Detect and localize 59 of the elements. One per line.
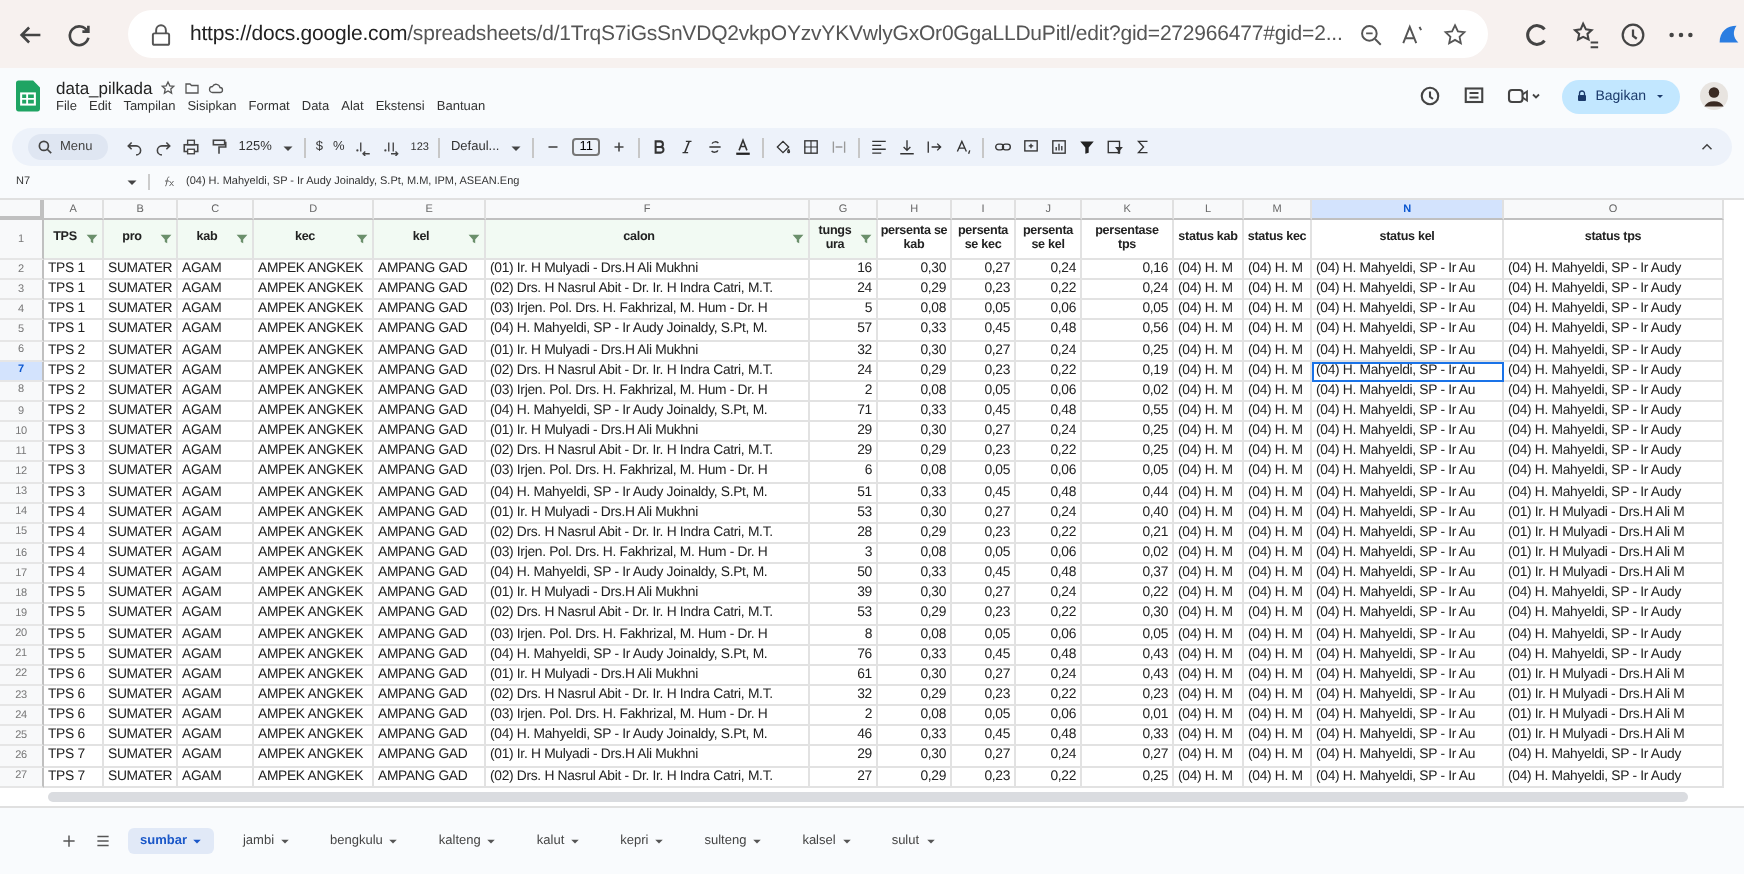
paint-format-icon[interactable]	[210, 138, 229, 156]
redo-icon[interactable]	[154, 138, 173, 156]
plus-icon[interactable]	[610, 138, 629, 156]
caret-icon	[654, 835, 665, 846]
caret-icon	[192, 835, 203, 846]
align-icon[interactable]	[870, 138, 889, 156]
increase-decimal-icon[interactable]	[382, 138, 401, 156]
document-title[interactable]: data_pilkada	[56, 78, 153, 98]
bold-icon[interactable]	[650, 138, 669, 156]
print-icon[interactable]	[182, 138, 201, 156]
page-info-icon[interactable]	[148, 21, 174, 47]
read-aloud-icon[interactable]	[1400, 21, 1427, 47]
caret-icon	[388, 835, 399, 846]
caret-icon	[280, 835, 291, 846]
sheets-logo-icon[interactable]	[16, 80, 40, 112]
video-call-icon[interactable]	[1505, 84, 1542, 108]
caret-icon[interactable]	[509, 141, 522, 153]
fill-color-icon[interactable]	[774, 138, 793, 156]
avatar-icon[interactable]	[1700, 82, 1728, 110]
url-text: https://docs.google.com/spreadsheets/d/1TrqS7iGsSnVDQ2vkpOYzvYKVwlyGxOr0GgaLLDuPitl/edit?gid=272966477#gid=2...	[190, 22, 1343, 46]
undo-icon[interactable]	[126, 138, 145, 156]
caret-icon	[925, 835, 936, 846]
zoom-out-icon[interactable]	[1358, 21, 1385, 47]
scrollbar-thumb[interactable]	[48, 791, 1688, 802]
fx-icon	[160, 176, 176, 188]
vertical-align-icon[interactable]	[898, 138, 917, 156]
reload-icon[interactable]	[64, 19, 94, 49]
comment-icon[interactable]	[1461, 84, 1486, 108]
functions-icon[interactable]	[1134, 138, 1153, 156]
decrease-decimal-icon[interactable]	[354, 138, 373, 156]
filter-views-icon[interactable]	[1106, 138, 1125, 156]
caret-icon	[752, 835, 763, 846]
text-color-icon[interactable]	[734, 138, 753, 156]
chart-icon[interactable]	[1050, 138, 1069, 156]
caret-icon	[570, 835, 581, 846]
strikethrough-icon[interactable]	[706, 138, 725, 156]
italic-icon[interactable]	[678, 138, 697, 156]
star-icon[interactable]	[1442, 21, 1469, 47]
add-sheet-icon[interactable]	[60, 831, 78, 850]
history-icon[interactable]	[1618, 19, 1649, 49]
folder-icon[interactable]	[184, 80, 201, 96]
menu-icon[interactable]	[94, 831, 112, 850]
comment-icon[interactable]	[1022, 138, 1041, 156]
history-icon[interactable]	[1417, 84, 1442, 108]
caret-icon	[486, 835, 497, 846]
cloud-icon[interactable]	[208, 80, 225, 96]
text-wrap-icon[interactable]	[926, 138, 945, 156]
search-icon	[36, 138, 54, 156]
caret-icon	[841, 835, 852, 846]
lock-icon	[1573, 88, 1590, 104]
link-icon[interactable]	[994, 138, 1013, 156]
borders-icon[interactable]	[802, 138, 821, 156]
caret-icon[interactable]	[281, 141, 294, 153]
favorites-icon[interactable]	[1570, 19, 1601, 49]
star-icon[interactable]	[160, 80, 177, 96]
caret-icon[interactable]	[126, 176, 138, 188]
address-bar[interactable]: https://docs.google.com/spreadsheets/d/1TrqS7iGsSnVDQ2vkpOYzvYKVwlyGxOr0GgaLLDuPitl/edit?gid=272966477#gid=2...	[128, 10, 1489, 58]
filter-icon[interactable]	[1078, 138, 1097, 156]
text-rotation-icon[interactable]	[954, 138, 973, 156]
